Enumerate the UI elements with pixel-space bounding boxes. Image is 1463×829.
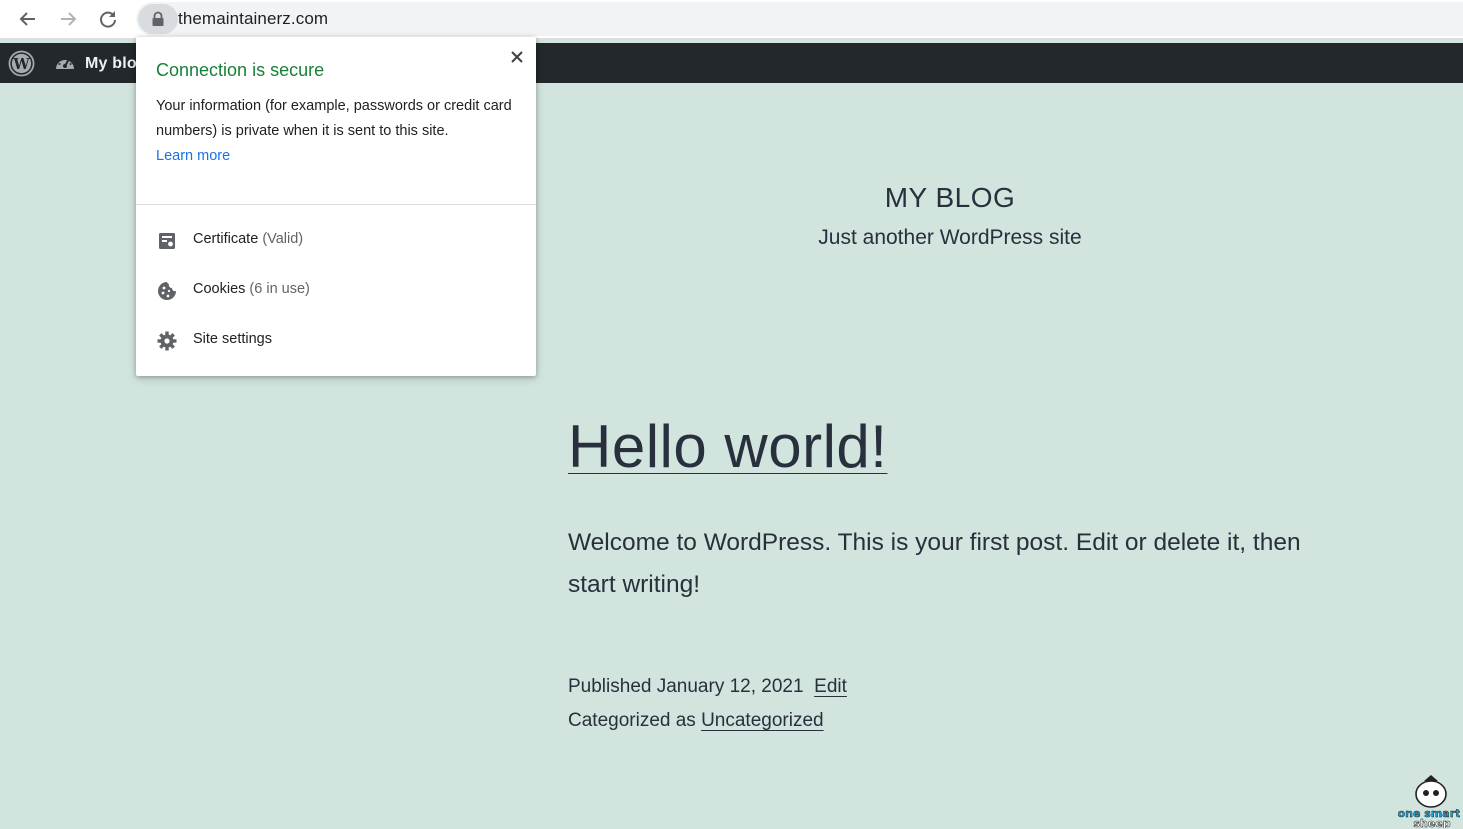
lock-icon — [152, 11, 164, 26]
popup-divider — [136, 204, 536, 205]
popup-description: Your information (for example, passwords… — [156, 98, 512, 139]
close-icon — [511, 51, 523, 63]
post-body: Welcome to WordPress. This is your first… — [568, 529, 1301, 598]
reload-button[interactable] — [94, 5, 122, 33]
url-text[interactable]: themaintainerz.com — [178, 9, 328, 29]
cookie-icon — [158, 282, 176, 300]
one-smart-sheep-logo: one smart sheep — [1398, 775, 1460, 828]
site-info-popup: Connection is secure Your information (f… — [136, 37, 536, 376]
edit-post-link[interactable]: Edit — [814, 676, 847, 697]
site-settings-label: Site settings — [193, 331, 272, 347]
gear-icon — [157, 331, 177, 351]
address-bar[interactable] — [136, 2, 1463, 36]
close-button[interactable] — [506, 46, 528, 68]
certificate-icon — [159, 233, 175, 249]
back-button[interactable] — [14, 5, 42, 33]
reload-icon — [100, 11, 116, 28]
wordpress-icon[interactable]: W — [8, 50, 35, 77]
popup-title: Connection is secure — [156, 60, 325, 80]
category-link[interactable]: Uncategorized — [701, 710, 824, 731]
dashboard-icon — [56, 58, 74, 69]
certificate-label: Certificate (Valid) — [193, 231, 303, 247]
category-prefix: Categorized as — [568, 710, 696, 731]
post-meta: Published January 12, 2021 Edit Categori… — [568, 670, 847, 738]
svg-text:W: W — [12, 56, 30, 73]
site-info-button[interactable] — [138, 4, 178, 34]
cookies-row[interactable]: Cookies (6 in use) — [136, 265, 536, 315]
arrow-right-icon — [61, 12, 77, 26]
site-settings-text: Site settings — [193, 331, 272, 347]
certificate-status: (Valid) — [262, 231, 304, 247]
svg-text:sheep: sheep — [1413, 817, 1450, 828]
forward-button[interactable] — [54, 5, 82, 33]
published-date: January 12, 2021 — [656, 676, 804, 697]
learn-more-link[interactable]: Learn more — [156, 144, 230, 169]
cookies-label: Cookies (6 in use) — [193, 281, 310, 297]
site-settings-row[interactable]: Site settings — [136, 315, 536, 365]
certificate-row[interactable]: Certificate (Valid) — [136, 215, 536, 265]
browser-toolbar: themaintainerz.com — [0, 0, 1463, 39]
cookies-text: Cookies — [193, 281, 246, 297]
post-category-line: Categorized as Uncategorized — [568, 704, 847, 738]
post-title-link[interactable]: Hello world! — [568, 412, 887, 481]
post-published-line: Published January 12, 2021 Edit — [568, 670, 847, 704]
published-prefix: Published — [568, 676, 652, 697]
certificate-text: Certificate — [193, 231, 259, 247]
arrow-left-icon — [19, 12, 35, 26]
cookies-count: (6 in use) — [249, 281, 310, 297]
